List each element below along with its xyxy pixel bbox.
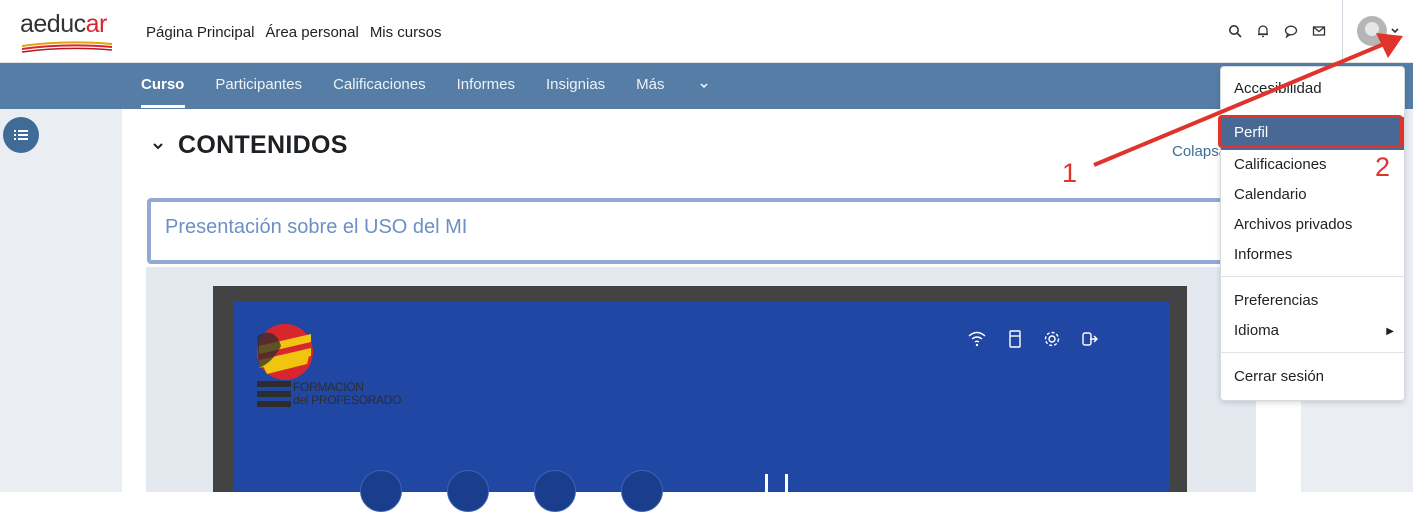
annotation-arrow-icon (1093, 33, 1403, 167)
